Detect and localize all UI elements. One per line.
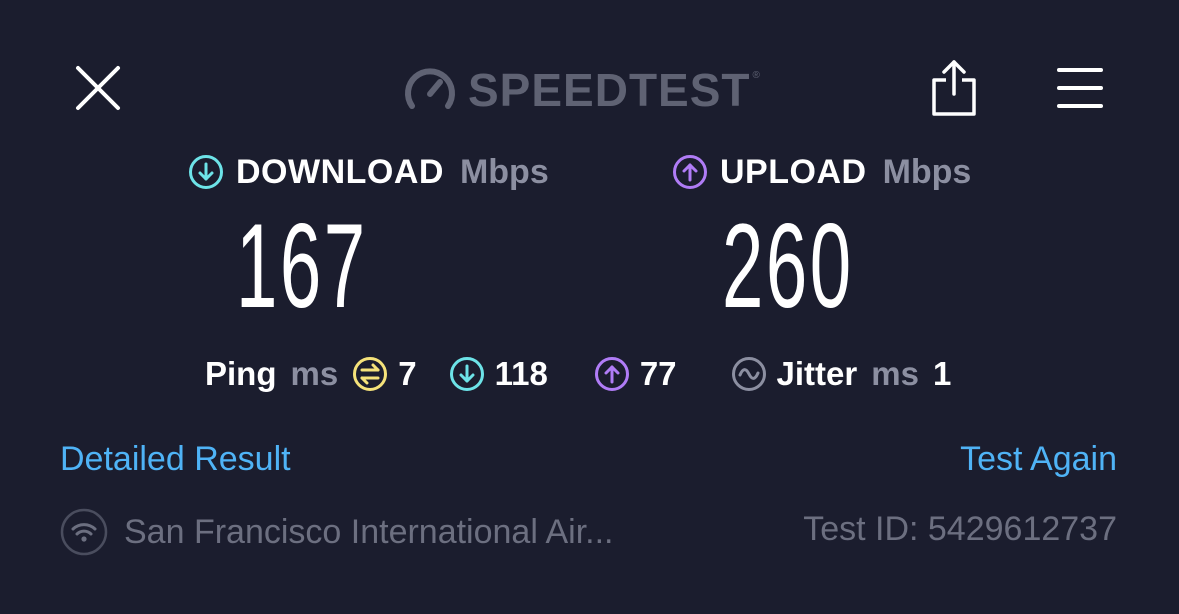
upload-header: UPLOAD Mbps: [672, 150, 971, 194]
ping-label: Ping: [205, 355, 277, 392]
upload-latency-icon: [594, 357, 629, 391]
upload-arrow-icon: [673, 155, 707, 189]
upload-speed-value: 260: [722, 199, 854, 333]
download-arrow-icon: [189, 155, 223, 189]
download-label: DOWNLOAD: [236, 152, 444, 191]
download-latency-icon: [449, 357, 484, 391]
download-header: DOWNLOAD Mbps: [188, 150, 549, 194]
menu-button[interactable]: [1056, 66, 1104, 110]
jitter: Jitter ms 1: [731, 355, 952, 393]
download-speed-value: 167: [236, 199, 368, 333]
test-id: Test ID: 5429612737: [803, 510, 1117, 548]
idle-latency-icon: [353, 357, 388, 391]
jitter-icon: [731, 357, 766, 391]
network-provider: San Francisco International Air...: [60, 508, 613, 556]
detailed-result-link[interactable]: Detailed Result: [60, 440, 291, 479]
provider-name: San Francisco International Air...: [124, 512, 614, 551]
speedometer-icon: [405, 68, 455, 109]
ping-upload-value: 77: [639, 355, 677, 392]
upload-label: UPLOAD: [720, 152, 867, 191]
wifi-icon: [60, 508, 108, 556]
share-button[interactable]: [928, 58, 980, 118]
ping-download-value: 118: [494, 355, 548, 392]
ping-unit: ms: [290, 355, 339, 392]
download-unit: Mbps: [459, 152, 549, 191]
close-icon: [76, 66, 120, 110]
share-icon: [932, 60, 976, 116]
test-again-link[interactable]: Test Again: [960, 440, 1117, 479]
brand-mark: ®: [752, 70, 760, 81]
ping-idle: 7: [352, 355, 417, 393]
close-button[interactable]: [72, 62, 124, 114]
upload-unit: Mbps: [882, 152, 972, 191]
ping-jitter-row: Ping ms 7 118 77 Jitter ms 1: [205, 350, 951, 398]
ping-download: 118: [449, 355, 548, 393]
speedtest-logo: SPEEDTEST ®: [404, 64, 760, 116]
ping-upload: 77: [594, 355, 677, 393]
jitter-unit: ms: [871, 355, 919, 392]
menu-icon: [1057, 68, 1103, 108]
jitter-value: 1: [932, 355, 952, 392]
ping-idle-value: 7: [398, 355, 417, 392]
brand-name: SPEEDTEST: [468, 64, 751, 116]
jitter-label: Jitter: [776, 355, 858, 392]
